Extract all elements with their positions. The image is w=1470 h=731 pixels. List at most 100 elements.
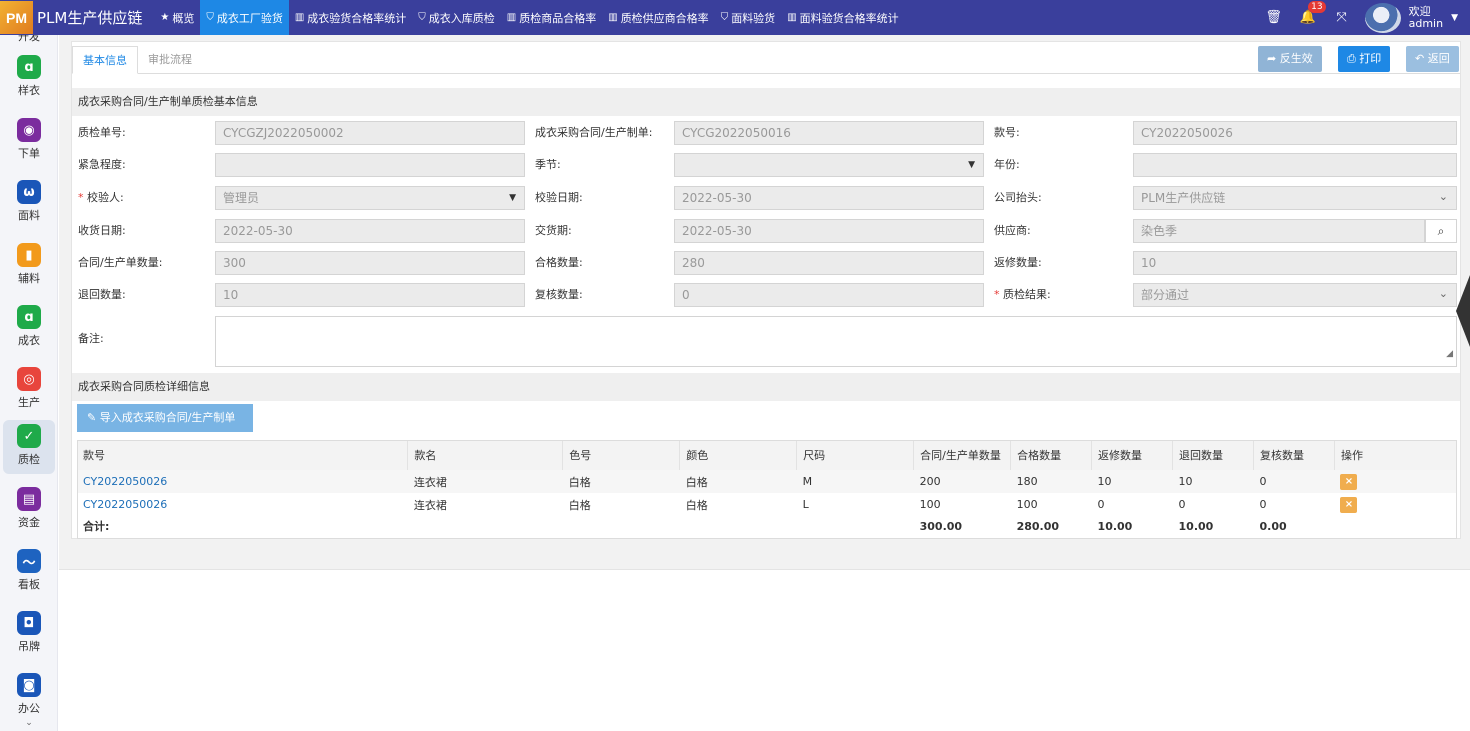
search-icon[interactable]: ⌕ [1425, 219, 1457, 243]
bar-chart-icon: ▥ [787, 12, 797, 23]
caret-down-icon: ▼ [509, 193, 516, 203]
col-header[interactable]: 色号 [562, 440, 681, 470]
sidebar-item-tag[interactable]: ◘ 吊牌 [0, 611, 57, 654]
production-icon: ◎ [17, 367, 41, 391]
col-header[interactable]: 返修数量 [1091, 440, 1174, 470]
table-cell: 连衣裙 [413, 498, 447, 512]
nav-garment-pass-rate-stats[interactable]: ▥ 成衣验货合格率统计 [289, 0, 412, 35]
remark-textarea[interactable]: ◢ [215, 316, 1457, 367]
delete-icon[interactable]: × [1340, 496, 1358, 513]
user-menu[interactable]: 欢迎 admin [1409, 5, 1443, 30]
table-cell: M [796, 470, 914, 493]
import-contract-button[interactable]: ✎ 导入成衣采购合同/生产制单 [77, 404, 253, 432]
nav-fabric-pass-rate-stats[interactable]: ▥ 面料验货合格率统计 [781, 0, 904, 35]
sidebar-item-sample[interactable]: ɑ 样衣 [0, 55, 57, 98]
col-header[interactable]: 尺码 [796, 440, 915, 470]
nav-garment-warehouse-qc[interactable]: ⛉ 成衣入库质检 [412, 0, 501, 35]
sidebar-scroll-down-icon[interactable]: ⌄ [0, 718, 57, 728]
season-select[interactable]: ▼ [674, 153, 984, 177]
sidebar-item-label: 辅料 [18, 272, 40, 285]
pass-qty-field[interactable]: 280 [674, 251, 984, 275]
style-no-label: 款号: [994, 126, 1020, 139]
resize-handle-icon[interactable]: ◢ [1446, 343, 1453, 365]
sidebar-item-qc[interactable]: ✓ 质检 [3, 420, 55, 474]
urgency-field[interactable] [215, 153, 525, 177]
total-cell: 10.00 [1178, 519, 1214, 533]
result-select[interactable]: 部分通过 ⌄ [1133, 283, 1457, 307]
tab-bar: 基本信息 审批流程 ➦ 反生效 ⎙ 打印 ↶ 返回 [72, 42, 1460, 74]
bell-icon[interactable]: 🔔 13 [1298, 1, 1326, 25]
receive-date-field[interactable]: 2022-05-30 [215, 219, 525, 243]
nav-label: 成衣工厂验货 [216, 11, 283, 25]
sidebar-item-office[interactable]: ◙ 办公 [0, 673, 57, 716]
sidebar-item-label: 成衣 [18, 334, 40, 347]
recheck-qty-label: 复核数量: [535, 288, 583, 301]
table-cell: 0 [1253, 470, 1335, 493]
back-button[interactable]: ↶ 返回 [1406, 46, 1459, 72]
supplier-field[interactable]: 染色季 [1133, 219, 1425, 243]
bar-chart-icon: ▥ [294, 12, 305, 23]
nav-garment-factory-inspection[interactable]: ⛉ 成衣工厂验货 [200, 0, 289, 35]
col-header[interactable]: 款名 [407, 440, 564, 470]
sidebar-item-dashboard[interactable]: 〜看板 [0, 549, 57, 592]
sidebar-item-fabric[interactable]: ω 面料 [0, 180, 57, 223]
label-text: 校验人: [87, 191, 124, 204]
qc-no-field[interactable]: CYCGZJ2022050002 [215, 121, 525, 145]
inspector-select[interactable]: 管理员 ▼ [215, 186, 525, 210]
col-header[interactable]: 合格数量 [1010, 440, 1093, 470]
col-header[interactable]: 合同/生产单数量 [913, 440, 1012, 470]
col-header[interactable]: 退回数量 [1172, 440, 1254, 470]
repair-qty-field[interactable]: 10 [1133, 251, 1457, 275]
qc-check-icon: ✓ [17, 424, 41, 448]
bar-chart-icon: ▥ [506, 12, 517, 23]
sidebar-item-partial[interactable]: 开发 [0, 35, 57, 44]
contract-field[interactable]: CYCG2022050016 [674, 121, 984, 145]
sidebar-item-garment[interactable]: ɑ 成衣 [0, 305, 57, 348]
sidebar-item-order[interactable]: ◉ 下单 [0, 118, 57, 161]
section-detail-title: 成衣采购合同质检详细信息 [72, 373, 1460, 401]
col-header[interactable]: 款号 [77, 440, 409, 470]
delivery-field[interactable]: 2022-05-30 [674, 219, 984, 243]
nav-qc-supplier-pass-rate[interactable]: ▥ 质检供应商合格率 [602, 0, 714, 35]
table-cell [797, 516, 914, 536]
empty-area [59, 569, 1470, 731]
avatar[interactable] [1364, 2, 1401, 33]
caret-down-icon[interactable]: ▼ [1451, 13, 1458, 23]
year-field[interactable] [1133, 153, 1457, 177]
trash-icon[interactable]: 🗑 [1264, 10, 1284, 25]
fullscreen-icon[interactable]: ⤧ [1332, 10, 1352, 25]
nav-label: 面料验货合格率统计 [799, 11, 899, 25]
table-cell: 0 [1259, 498, 1267, 511]
style-no-field[interactable]: CY2022050026 [1133, 121, 1457, 145]
chevron-down-icon: ⌄ [1438, 190, 1448, 203]
sidebar-item-accessories[interactable]: ▮ 辅料 [0, 243, 57, 286]
total-cell: 0.00 [1259, 519, 1287, 533]
reverse-effect-button[interactable]: ➦ 反生效 [1258, 46, 1322, 72]
print-button[interactable]: ⎙ 打印 [1338, 46, 1391, 72]
delete-icon[interactable]: × [1340, 473, 1358, 490]
total-label: 合计: [83, 520, 110, 533]
contract-qty-field[interactable]: 300 [215, 251, 525, 275]
sidebar-item-production[interactable]: ◎ 生产 [0, 367, 57, 410]
sidebar-item-finance[interactable]: ▤ 资金 [0, 487, 57, 530]
nav-overview[interactable]: ★ 概览 [154, 0, 200, 35]
col-header[interactable]: 颜色 [679, 440, 798, 470]
nav-fabric-inspection[interactable]: ⛉ 面料验货 [715, 0, 782, 35]
inspect-date-field[interactable]: 2022-05-30 [674, 186, 984, 210]
col-header[interactable]: 复核数量 [1253, 440, 1335, 470]
tab-approval-flow[interactable]: 审批流程 [138, 46, 202, 74]
style-no-link[interactable]: CY2022050026 [77, 470, 408, 493]
tab-basic-info[interactable]: 基本信息 [72, 46, 138, 74]
nav-qc-product-pass-rate[interactable]: ▥ 质检商品合格率 [501, 0, 602, 35]
side-expand-arrow-icon[interactable] [1456, 275, 1470, 347]
button-label: 反生效 [1279, 52, 1313, 65]
year-label: 年份: [994, 158, 1020, 171]
return-qty-field[interactable]: 10 [215, 283, 525, 307]
sidebar-item-label: 办公 [18, 702, 40, 715]
table-cell [1334, 516, 1456, 536]
company-select[interactable]: PLM生产供应链 ⌄ [1133, 186, 1457, 210]
col-header: 操作 [1334, 440, 1458, 470]
recheck-qty-field[interactable]: 0 [674, 283, 984, 307]
style-no-link[interactable]: CY2022050026 [77, 493, 408, 516]
qc-no-label: 质检单号: [78, 126, 126, 139]
